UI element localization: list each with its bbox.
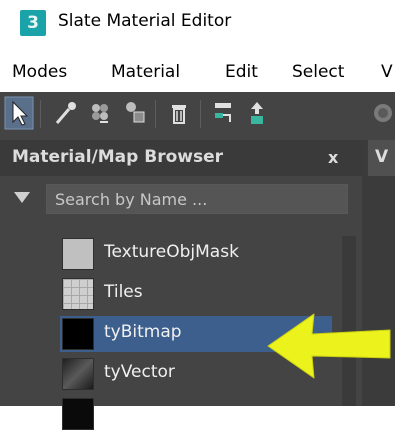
list-item-label: tyVector: [104, 362, 175, 382]
background-icon[interactable]: [368, 96, 395, 130]
annotation-arrow-icon: [267, 313, 391, 379]
panel-header: Material/Map Browser x: [0, 140, 362, 176]
menu-material[interactable]: Material: [111, 62, 180, 82]
window-title: Slate Material Editor: [58, 11, 232, 31]
list-item[interactable]: [60, 396, 332, 432]
material-swatch: [62, 358, 94, 390]
app-icon: 3: [20, 10, 46, 36]
search-row: [0, 178, 362, 220]
material-swatch: [62, 238, 94, 270]
layout-icon[interactable]: [208, 96, 238, 130]
close-panel-button[interactable]: x: [328, 148, 338, 167]
list-item-textureobjmask[interactable]: TextureObjMask: [60, 236, 332, 272]
material-swatch: [62, 318, 94, 350]
tab-view[interactable]: V: [368, 140, 395, 176]
menu-view[interactable]: V: [381, 62, 393, 82]
list-item-label: Tiles: [104, 282, 143, 302]
triangle-down-icon[interactable]: [14, 192, 30, 203]
tab-view-label: V: [375, 147, 389, 167]
menu-bar: Modes Material Edit Select V: [0, 54, 395, 90]
menu-edit[interactable]: Edit: [225, 62, 258, 82]
toolbar: [0, 92, 395, 140]
list-item-label: TextureObjMask: [104, 242, 239, 262]
menu-modes[interactable]: Modes: [12, 62, 67, 82]
panel-title: Material/Map Browser: [12, 147, 223, 167]
material-swatch: [62, 278, 94, 310]
menu-select[interactable]: Select: [292, 62, 344, 82]
select-arrow-icon[interactable]: [4, 96, 34, 130]
list-item-label: tyBitmap: [104, 322, 182, 342]
eyedropper-icon[interactable]: [50, 96, 80, 130]
search-input[interactable]: [46, 184, 348, 214]
delete-icon[interactable]: [164, 96, 194, 130]
assign-material-icon[interactable]: [120, 96, 150, 130]
toolbar-separator: [155, 100, 156, 128]
material-swatch: [62, 398, 94, 430]
pick-material-icon[interactable]: [84, 96, 114, 130]
toolbar-separator: [200, 100, 201, 128]
title-bar: 3 Slate Material Editor: [0, 0, 395, 44]
move-children-icon[interactable]: [242, 96, 272, 130]
toolbar-separator: [40, 100, 41, 128]
